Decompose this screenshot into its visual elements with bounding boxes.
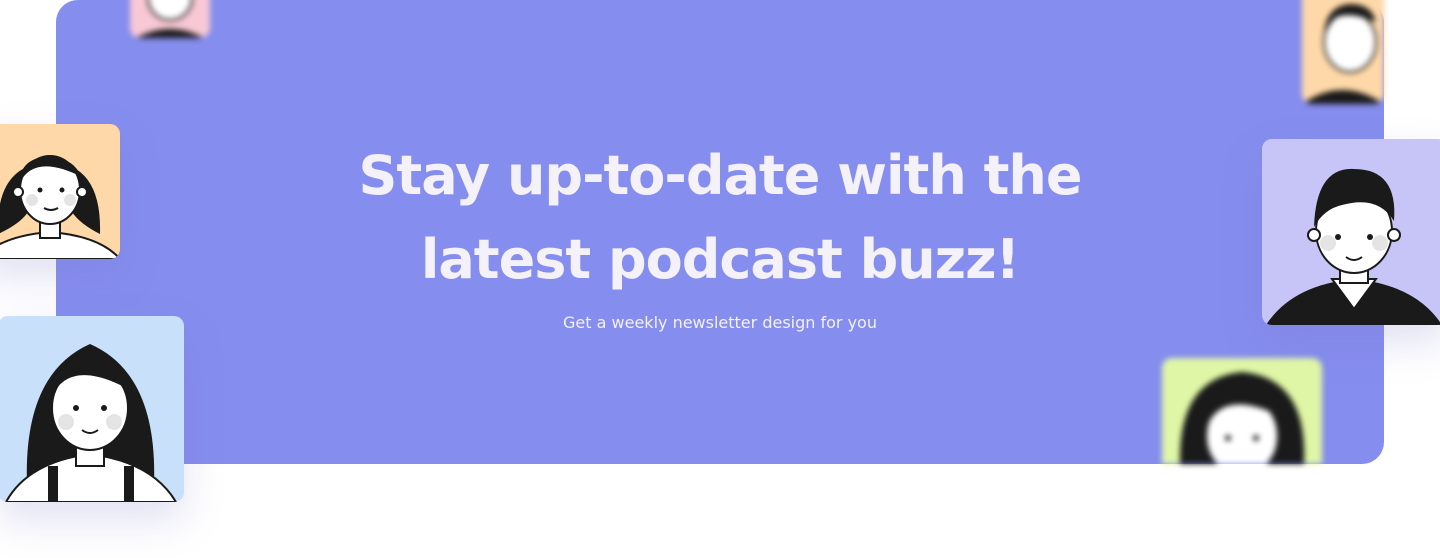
avatar-top-left-pink bbox=[130, 0, 210, 38]
avatar-left-orange bbox=[0, 124, 120, 259]
woman-avatar-icon bbox=[1179, 372, 1305, 464]
headline-line-2: latest podcast buzz! bbox=[420, 228, 1020, 291]
avatar-top-right-orange bbox=[1302, 0, 1384, 104]
woman-short-hair-icon bbox=[0, 155, 120, 259]
headline-line-1: Stay up-to-date with the bbox=[358, 144, 1083, 207]
man-striped-shirt-icon bbox=[1266, 168, 1440, 325]
hero-headline: Stay up-to-date with the latest podcast … bbox=[0, 134, 1440, 302]
avatar-bottom-right-green bbox=[1162, 358, 1322, 464]
man-avatar-icon bbox=[1302, 4, 1384, 104]
person-avatar-icon bbox=[136, 0, 204, 38]
woman-long-hair-icon bbox=[4, 344, 178, 502]
avatar-right-lavender bbox=[1262, 139, 1440, 325]
avatar-left-blue bbox=[0, 316, 184, 502]
hero-subheadline: Get a weekly newsletter design for you bbox=[563, 313, 877, 332]
